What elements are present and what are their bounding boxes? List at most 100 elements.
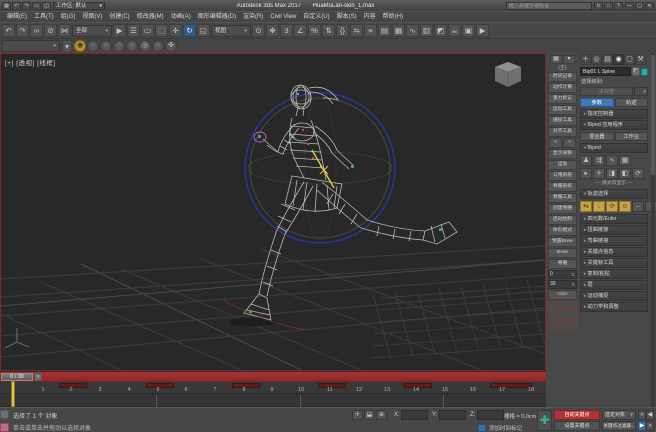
strip-button[interactable]: 骨骼系统 bbox=[548, 182, 577, 192]
strip-button[interactable]: 体形模式 bbox=[548, 226, 577, 236]
menu-item[interactable]: 工具(T) bbox=[31, 12, 57, 22]
tool-2-icon[interactable]: ○ bbox=[100, 40, 112, 52]
angle-snap-icon[interactable]: ∠ bbox=[294, 24, 307, 37]
select-and-scale-icon[interactable]: ◱ bbox=[197, 24, 210, 37]
lock-selection-icon[interactable]: ⬓ bbox=[364, 410, 375, 420]
tool-7-icon[interactable]: ✜ bbox=[165, 40, 177, 52]
render-icon[interactable]: ▶ bbox=[476, 24, 489, 37]
use-pivot-center-icon[interactable]: ⊙ bbox=[252, 24, 265, 37]
strip-button[interactable]: 对齐工具 bbox=[548, 127, 577, 137]
strip-arrow-button[interactable]: < bbox=[549, 138, 562, 148]
menu-item[interactable]: 渲染(R) bbox=[240, 12, 266, 22]
parameters-button[interactable]: 参数 bbox=[580, 98, 614, 107]
strip-button[interactable]: 运动 bbox=[548, 160, 577, 170]
help-icon[interactable]: ? bbox=[614, 2, 623, 10]
mirror-icon[interactable]: ⇋ bbox=[350, 24, 363, 37]
rollout-collapsed[interactable]: 关键点信息 bbox=[580, 247, 648, 257]
select-and-manipulate-icon[interactable]: ✥ bbox=[266, 24, 279, 37]
strip-empty-button[interactable] bbox=[548, 321, 577, 330]
lock-com-keying-icon[interactable]: ⊙ bbox=[619, 201, 631, 212]
select-and-rotate-icon[interactable]: ↻ bbox=[183, 24, 196, 37]
rollout-collapsed[interactable]: 四元数/Euler bbox=[580, 214, 648, 224]
modify-tab-icon[interactable]: ◎ bbox=[591, 54, 602, 65]
strip-arrow-button[interactable]: > bbox=[563, 138, 576, 148]
strip-menu-icon[interactable]: ▾ bbox=[563, 55, 575, 64]
auto-key-button[interactable]: 自动关键点 bbox=[554, 410, 600, 420]
mixer-mode-icon[interactable]: ▦ bbox=[619, 155, 631, 166]
load-file-icon[interactable]: ◨ bbox=[606, 168, 618, 179]
menu-item[interactable]: 帮助(H) bbox=[380, 12, 406, 22]
menu-item[interactable]: 修改器(M) bbox=[134, 12, 167, 22]
rollout-collapsed[interactable]: 动力学和调整 bbox=[580, 302, 648, 312]
menu-item[interactable]: 编辑(E) bbox=[4, 12, 30, 22]
select-and-move-icon[interactable]: ✛ bbox=[169, 24, 182, 37]
strip-empty-button[interactable] bbox=[548, 301, 577, 310]
strip-button[interactable]: 预置Bone bbox=[548, 237, 577, 247]
strip-button[interactable]: 重力标记 bbox=[548, 94, 577, 104]
percent-snap-icon[interactable]: % bbox=[308, 24, 321, 37]
rollout-collapsed[interactable]: 复制/粘贴 bbox=[580, 269, 648, 279]
minimize-icon[interactable]: — bbox=[625, 2, 634, 10]
y-coordinate-field[interactable] bbox=[439, 410, 466, 420]
rollout-collapsed[interactable]: 运动捕捉 bbox=[580, 291, 648, 301]
align-icon[interactable]: ≡ bbox=[364, 24, 377, 37]
symmetrical-icon[interactable]: ← bbox=[632, 201, 644, 212]
rollout-collapsed[interactable]: 层 bbox=[580, 280, 648, 290]
next-frame-nub[interactable]: > bbox=[34, 373, 42, 381]
strip-dock-icon[interactable]: ▦ bbox=[550, 55, 562, 64]
maxscript-macro-recorder[interactable] bbox=[0, 423, 9, 432]
sync-account-icon[interactable]: ↻ bbox=[594, 2, 603, 10]
select-object-icon[interactable]: ▶ bbox=[113, 24, 126, 37]
menu-item[interactable]: 组(G) bbox=[58, 12, 79, 22]
quick-redo-icon[interactable]: ↷ bbox=[22, 2, 31, 10]
selection-filter-dropdown[interactable]: 全部 bbox=[72, 25, 112, 37]
workspace-dropdown[interactable]: 工作区: 默认 bbox=[53, 2, 105, 10]
schematic-view-icon[interactable]: ▥ bbox=[420, 24, 433, 37]
strip-button[interactable]: 运动工具 bbox=[548, 105, 577, 115]
sub-object-button[interactable]: 子对象 bbox=[580, 87, 633, 96]
render-setup-icon[interactable]: ☕ bbox=[448, 24, 461, 37]
set-key-button[interactable]: 设置关键点 bbox=[554, 421, 600, 431]
next-frame-icon[interactable]: » bbox=[646, 421, 654, 431]
x-coordinate-field[interactable] bbox=[401, 410, 428, 420]
sub-object-dropdown[interactable] bbox=[634, 87, 648, 96]
menu-item[interactable]: 内容 bbox=[361, 12, 379, 22]
body-vertical-icon[interactable]: ↕ bbox=[593, 201, 605, 212]
rollout-assign-controller[interactable]: 指定控制器 bbox=[580, 109, 648, 119]
modes-display-separator[interactable]: 模式和显示 bbox=[578, 180, 650, 188]
named-selection-set-dropdown[interactable] bbox=[2, 40, 60, 52]
track-bar[interactable]: 123456789101112131415161718 bbox=[0, 381, 546, 393]
create-tab-icon[interactable]: ＋ bbox=[580, 54, 591, 65]
spinner-arrows-icon[interactable]: ⇅ bbox=[571, 281, 575, 288]
body-rotation-icon[interactable]: ⟳ bbox=[606, 201, 618, 212]
bind-to-spacewarp-icon[interactable]: ⋈ bbox=[58, 24, 71, 37]
maximize-icon[interactable]: ▢ bbox=[635, 2, 644, 10]
named-set-mini-icon[interactable]: ▾ bbox=[62, 40, 72, 53]
time-slider[interactable]: 0 / 30 > bbox=[0, 371, 546, 381]
reference-coordinate-dropdown[interactable]: 视图 bbox=[211, 25, 251, 37]
menu-item[interactable]: 脚本(S) bbox=[334, 12, 360, 22]
redo-icon[interactable]: ↷ bbox=[16, 24, 29, 37]
rollout-collapsed[interactable]: 关键帧工具 bbox=[580, 258, 648, 268]
strip-button[interactable]: 显示关联 bbox=[548, 149, 577, 159]
menu-item[interactable]: Civil View bbox=[267, 12, 299, 22]
strip-button[interactable]: Bone bbox=[548, 248, 577, 258]
motion-tab-icon[interactable]: ◉ bbox=[613, 54, 624, 65]
figure-mode-icon[interactable]: ♟ bbox=[580, 155, 592, 166]
undo-icon[interactable]: ↶ bbox=[2, 24, 15, 37]
quick-undo-icon[interactable]: ↶ bbox=[12, 2, 21, 10]
strip-button[interactable]: 启动绘制 bbox=[548, 215, 577, 225]
selection-lock-icon[interactable]: ◉ bbox=[74, 40, 86, 52]
time-slider-handle[interactable]: 0 / 30 bbox=[1, 373, 33, 381]
previous-frame-icon[interactable]: ◀ bbox=[646, 410, 654, 420]
rollout-collapsed[interactable]: 弯曲链接 bbox=[580, 236, 648, 246]
strip-button[interactable]: 动作计算 bbox=[548, 83, 577, 93]
rendered-frame-icon[interactable]: ▣ bbox=[462, 24, 475, 37]
search-input[interactable] bbox=[506, 2, 592, 10]
menu-item[interactable]: 视图(V) bbox=[79, 12, 105, 22]
add-time-tag[interactable]: 添加时间标记 bbox=[489, 424, 522, 432]
rollout-track-selection[interactable]: 轨迹选择 bbox=[580, 189, 648, 199]
z-coordinate-field[interactable] bbox=[477, 410, 504, 420]
spinner-arrows-icon[interactable]: ⇅ bbox=[571, 271, 575, 278]
select-by-name-icon[interactable]: ☰ bbox=[127, 24, 140, 37]
